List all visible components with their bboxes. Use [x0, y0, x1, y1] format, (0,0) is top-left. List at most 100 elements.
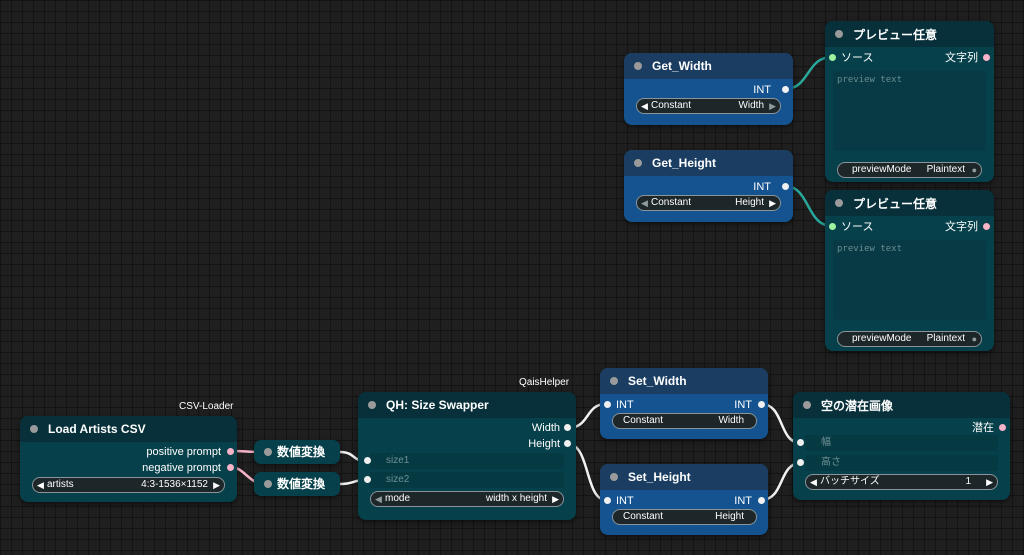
arrow-right-icon[interactable]: ▶	[552, 492, 559, 506]
constant-combo[interactable]: ◀ Constant Height ▶	[636, 195, 781, 211]
arrow-left-icon[interactable]: ◀	[641, 196, 648, 210]
collapse-dot-icon[interactable]	[835, 199, 843, 207]
get-height-node[interactable]: Get_Height INT ◀ Constant Height ▶	[624, 150, 793, 222]
constant-field[interactable]: Constant Width	[612, 413, 757, 429]
collapse-dot-icon[interactable]	[368, 401, 376, 409]
output-slot-dot[interactable]	[758, 497, 765, 504]
collapse-dot-icon[interactable]	[30, 425, 38, 433]
node-title: 数値変換	[277, 445, 326, 459]
preview-header[interactable]: プレビュー任意	[825, 21, 994, 47]
output-slot-dot[interactable]	[983, 54, 990, 61]
input-slot-dot[interactable]	[364, 457, 371, 464]
arrow-right-icon[interactable]: ▶	[986, 475, 993, 489]
output-slot-dot[interactable]	[782, 86, 789, 93]
collapse-dot-icon[interactable]	[610, 473, 618, 481]
input-label: 高さ	[821, 457, 841, 468]
collapse-dot-icon[interactable]	[835, 30, 843, 38]
preview-mode-combo[interactable]: previewMode Plaintext ●	[837, 331, 982, 347]
output-label-height: Height	[528, 438, 560, 450]
arrow-right-icon[interactable]: ▶	[213, 478, 220, 492]
set-width-header[interactable]: Set_Width	[600, 368, 768, 394]
output-label: INT	[734, 399, 752, 411]
node-title: QH: Size Swapper	[386, 398, 489, 412]
widget-value: Width	[738, 100, 764, 111]
output-slot-dot[interactable]	[782, 183, 789, 190]
set-width-node[interactable]: Set_Width INT INT Constant Width	[600, 368, 768, 439]
collapse-dot-icon[interactable]	[803, 401, 811, 409]
collapse-dot-icon[interactable]	[264, 448, 272, 456]
size2-input[interactable]: size2	[364, 472, 564, 488]
set-height-header[interactable]: Set_Height	[600, 464, 768, 490]
preview-node-2[interactable]: プレビュー任意 ソース 文字列 preview text previewMode…	[825, 190, 994, 351]
mode-combo[interactable]: ◀ mode width x height ▶	[370, 491, 564, 507]
input-slot-dot[interactable]	[797, 439, 804, 446]
input-label: size1	[386, 455, 410, 466]
input-label: ソース	[841, 52, 874, 64]
latent-header[interactable]: 空の潜在画像	[793, 392, 1010, 418]
empty-latent-image-node[interactable]: 空の潜在画像 潜在 幅 高さ ◀ バッチサイズ 1 ▶	[793, 392, 1010, 500]
set-height-node[interactable]: Set_Height INT INT Constant Height	[600, 464, 768, 535]
input-label: ソース	[841, 221, 874, 233]
arrow-right-icon[interactable]: ▶	[769, 196, 776, 210]
constant-combo[interactable]: ◀ Constant Width ▶	[636, 98, 781, 114]
arrow-left-icon[interactable]: ◀	[641, 99, 648, 113]
arrow-right-icon[interactable]: ▶	[769, 99, 776, 113]
output-slot-dot[interactable]	[999, 424, 1006, 431]
height-input[interactable]: 高さ	[797, 455, 998, 471]
node-title: Set_Width	[628, 374, 687, 388]
widget-label: previewMode	[852, 333, 912, 344]
input-label: INT	[616, 495, 634, 507]
output-slot-dot[interactable]	[758, 401, 765, 408]
convert-node-1[interactable]: 数値変換	[254, 440, 340, 464]
collapse-dot-icon[interactable]	[634, 159, 642, 167]
width-input[interactable]: 幅	[797, 435, 998, 451]
input-slot-dot[interactable]	[797, 459, 804, 466]
node-title: Set_Height	[628, 470, 691, 484]
size-swapper-header[interactable]: QH: Size Swapper	[358, 392, 576, 418]
input-slot-dot[interactable]	[829, 54, 836, 61]
collapse-dot-icon[interactable]	[610, 377, 618, 385]
output-label-negative: negative prompt	[142, 462, 221, 474]
collapse-dot-icon[interactable]	[264, 480, 272, 488]
input-label: INT	[616, 399, 634, 411]
toggle-knob-icon[interactable]: ●	[972, 332, 977, 346]
output-slot-dot[interactable]	[564, 440, 571, 447]
input-slot-dot[interactable]	[364, 476, 371, 483]
toggle-knob-icon[interactable]: ●	[972, 163, 977, 177]
arrow-left-icon[interactable]: ◀	[810, 475, 817, 489]
input-slot-dot[interactable]	[604, 401, 611, 408]
output-label: INT	[734, 495, 752, 507]
load-artists-csv-node[interactable]: Load Artists CSV positive prompt negativ…	[20, 416, 237, 502]
constant-field[interactable]: Constant Height	[612, 509, 757, 525]
widget-value: Height	[715, 511, 744, 522]
output-label: 文字列	[945, 221, 978, 233]
size-swapper-node[interactable]: QH: Size Swapper Width Height size1 size…	[358, 392, 576, 520]
preview-mode-combo[interactable]: previewMode Plaintext ●	[837, 162, 982, 178]
input-slot-dot[interactable]	[829, 223, 836, 230]
output-slot-dot[interactable]	[983, 223, 990, 230]
arrow-left-icon[interactable]: ◀	[37, 478, 44, 492]
get-height-header[interactable]: Get_Height	[624, 150, 793, 176]
get-width-header[interactable]: Get_Width	[624, 53, 793, 79]
group-label-qaishelper: QaisHelper	[519, 377, 570, 388]
preview-node-1[interactable]: プレビュー任意 ソース 文字列 preview text previewMode…	[825, 21, 994, 182]
widget-label: Constant	[623, 511, 664, 522]
input-slot-dot[interactable]	[604, 497, 611, 504]
arrow-left-icon[interactable]: ◀	[375, 492, 382, 506]
get-width-node[interactable]: Get_Width INT ◀ Constant Width ▶	[624, 53, 793, 125]
widget-value: 4:3-1536×1152	[141, 479, 208, 490]
preview-header[interactable]: プレビュー任意	[825, 190, 994, 216]
artists-combo[interactable]: ◀ artists 4:3-1536×1152 ▶	[32, 477, 225, 493]
widget-label: バッチサイズ	[820, 476, 880, 487]
output-slot-dot[interactable]	[227, 448, 234, 455]
size1-input[interactable]: size1	[364, 453, 564, 469]
output-slot-dot[interactable]	[227, 464, 234, 471]
batch-size-stepper[interactable]: ◀ バッチサイズ 1 ▶	[805, 474, 998, 490]
node-title: 数値変換	[277, 477, 326, 491]
collapse-dot-icon[interactable]	[634, 62, 642, 70]
output-slot-dot[interactable]	[564, 424, 571, 431]
preview-textarea[interactable]: preview text	[833, 240, 986, 320]
load-artists-header[interactable]: Load Artists CSV	[20, 416, 237, 442]
convert-node-2[interactable]: 数値変換	[254, 472, 340, 496]
preview-textarea[interactable]: preview text	[833, 71, 986, 151]
